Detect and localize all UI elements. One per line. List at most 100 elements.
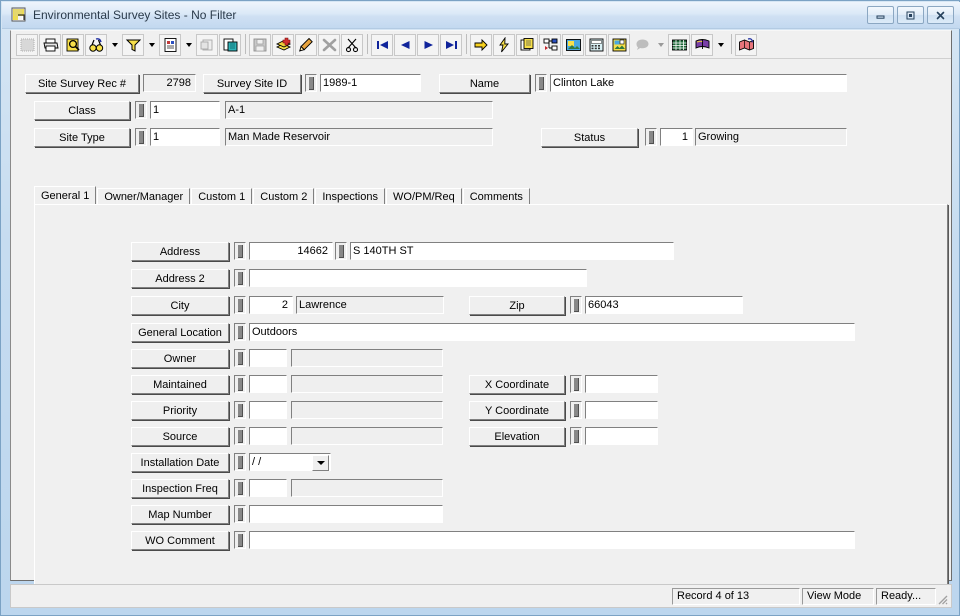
- owner-code-input[interactable]: [249, 349, 287, 367]
- city-label-button[interactable]: City: [131, 296, 229, 315]
- tab-custom-1[interactable]: Custom 1: [191, 188, 253, 205]
- x-coordinate-input[interactable]: [585, 375, 658, 393]
- owner-label-button[interactable]: Owner: [131, 349, 229, 368]
- tab-custom-2[interactable]: Custom 2: [253, 188, 315, 205]
- y-coordinate-pin-button[interactable]: [570, 401, 582, 419]
- maximize-button[interactable]: [897, 6, 924, 24]
- quick-action-icon[interactable]: [493, 33, 515, 56]
- address2-input[interactable]: [249, 269, 587, 287]
- filter-dropdown-arrow-icon[interactable]: [145, 33, 158, 56]
- map-number-pin-button[interactable]: [234, 505, 246, 523]
- general-location-label-button[interactable]: General Location: [131, 323, 229, 342]
- zip-label-button[interactable]: Zip: [469, 296, 565, 315]
- image-icon[interactable]: [562, 33, 584, 56]
- status-pin-button[interactable]: [645, 128, 657, 146]
- priority-pin-button[interactable]: [234, 401, 246, 419]
- site-type-label-button[interactable]: Site Type: [34, 128, 130, 147]
- priority-code-input[interactable]: [249, 401, 287, 419]
- y-coordinate-label-button[interactable]: Y Coordinate: [469, 401, 565, 420]
- save-icon[interactable]: [249, 33, 271, 56]
- goto-icon[interactable]: [470, 33, 492, 56]
- report-dropdown-arrow-icon[interactable]: [182, 33, 195, 56]
- zip-input[interactable]: 66043: [585, 296, 743, 314]
- first-record-icon[interactable]: [371, 33, 393, 56]
- class-pin-button[interactable]: [135, 101, 147, 119]
- find-dropdown-arrow-icon[interactable]: [108, 33, 121, 56]
- calculator-icon[interactable]: [585, 33, 607, 56]
- y-coordinate-input[interactable]: [585, 401, 658, 419]
- help-balloon-icon[interactable]: [631, 33, 653, 56]
- picture-icon[interactable]: [608, 33, 630, 56]
- inspection-freq-pin-button[interactable]: [234, 479, 246, 497]
- name-pin-button[interactable]: [535, 74, 547, 92]
- cut-icon[interactable]: [341, 33, 363, 56]
- wo-comment-input[interactable]: [249, 531, 855, 549]
- address-label-button[interactable]: Address: [131, 242, 229, 261]
- address-street-input[interactable]: S 140TH ST: [350, 242, 674, 260]
- map-number-input[interactable]: [249, 505, 443, 523]
- map-number-label-button[interactable]: Map Number: [131, 505, 229, 524]
- help-dropdown-arrow-icon[interactable]: [654, 33, 667, 56]
- priority-label-button[interactable]: Priority: [131, 401, 229, 420]
- close-button[interactable]: [927, 6, 954, 24]
- inspection-freq-code-input[interactable]: [249, 479, 287, 497]
- class-code-input[interactable]: 1: [150, 101, 220, 119]
- source-code-input[interactable]: [249, 427, 287, 445]
- maintained-code-input[interactable]: [249, 375, 287, 393]
- site-type-code-input[interactable]: 1: [150, 128, 220, 146]
- documents-icon[interactable]: [516, 33, 538, 56]
- add-record-icon[interactable]: [272, 33, 294, 56]
- installation-date-label-button[interactable]: Installation Date: [131, 453, 229, 472]
- minimize-button[interactable]: [867, 6, 894, 24]
- survey-site-id-input[interactable]: 1989-1: [320, 74, 421, 92]
- tree-view-icon[interactable]: [539, 33, 561, 56]
- zip-pin-button[interactable]: [570, 296, 582, 314]
- book-icon[interactable]: [691, 33, 713, 56]
- print-preview-icon[interactable]: [62, 33, 84, 56]
- wo-comment-label-button[interactable]: WO Comment: [131, 531, 229, 550]
- inspection-freq-label-button[interactable]: Inspection Freq: [131, 479, 229, 498]
- next-record-icon[interactable]: [417, 33, 439, 56]
- x-coordinate-label-button[interactable]: X Coordinate: [469, 375, 565, 394]
- previous-record-icon[interactable]: [394, 33, 416, 56]
- print-icon[interactable]: [39, 33, 61, 56]
- installation-date-pin-button[interactable]: [234, 453, 246, 471]
- general-location-input[interactable]: Outdoors: [249, 323, 855, 341]
- tab-wo-pm-req[interactable]: WO/PM/Req: [386, 188, 462, 205]
- last-record-icon[interactable]: [440, 33, 462, 56]
- survey-site-id-label-button[interactable]: Survey Site ID: [203, 74, 301, 93]
- address-street-pin-button[interactable]: [335, 242, 347, 260]
- maintained-label-button[interactable]: Maintained: [131, 375, 229, 394]
- filter-icon[interactable]: [122, 33, 144, 56]
- resize-grip-icon[interactable]: [934, 591, 948, 605]
- tab-inspections[interactable]: Inspections: [315, 188, 385, 205]
- name-input[interactable]: Clinton Lake: [550, 74, 847, 92]
- class-label-button[interactable]: Class: [34, 101, 130, 120]
- x-coordinate-pin-button[interactable]: [570, 375, 582, 393]
- tab-general-1[interactable]: General 1: [34, 186, 97, 205]
- tab-comments[interactable]: Comments: [462, 188, 530, 205]
- status-code-input[interactable]: 1: [660, 128, 693, 146]
- address2-pin-button[interactable]: [234, 269, 246, 287]
- tab-owner-manager[interactable]: Owner/Manager: [97, 188, 191, 205]
- delete-record-icon[interactable]: [318, 33, 340, 56]
- source-label-button[interactable]: Source: [131, 427, 229, 446]
- address-number-input[interactable]: 14662: [249, 242, 333, 260]
- wo-comment-pin-button[interactable]: [234, 531, 246, 549]
- chevron-down-icon[interactable]: [312, 455, 329, 471]
- report-icon[interactable]: [159, 33, 181, 56]
- city-code-input[interactable]: 2: [249, 296, 293, 314]
- source-pin-button[interactable]: [234, 427, 246, 445]
- spreadsheet-icon[interactable]: [668, 33, 690, 56]
- general-location-pin-button[interactable]: [234, 323, 246, 341]
- map-icon[interactable]: [735, 33, 757, 56]
- installation-date-combo[interactable]: / /: [249, 453, 331, 471]
- site-survey-rec-label-button[interactable]: Site Survey Rec #: [25, 74, 139, 93]
- address-number-pin-button[interactable]: [234, 242, 246, 260]
- status-label-button[interactable]: Status: [541, 128, 638, 147]
- elevation-label-button[interactable]: Elevation: [469, 427, 565, 446]
- owner-pin-button[interactable]: [234, 349, 246, 367]
- book-dropdown-arrow-icon[interactable]: [714, 33, 727, 56]
- city-pin-button[interactable]: [234, 296, 246, 314]
- maintained-pin-button[interactable]: [234, 375, 246, 393]
